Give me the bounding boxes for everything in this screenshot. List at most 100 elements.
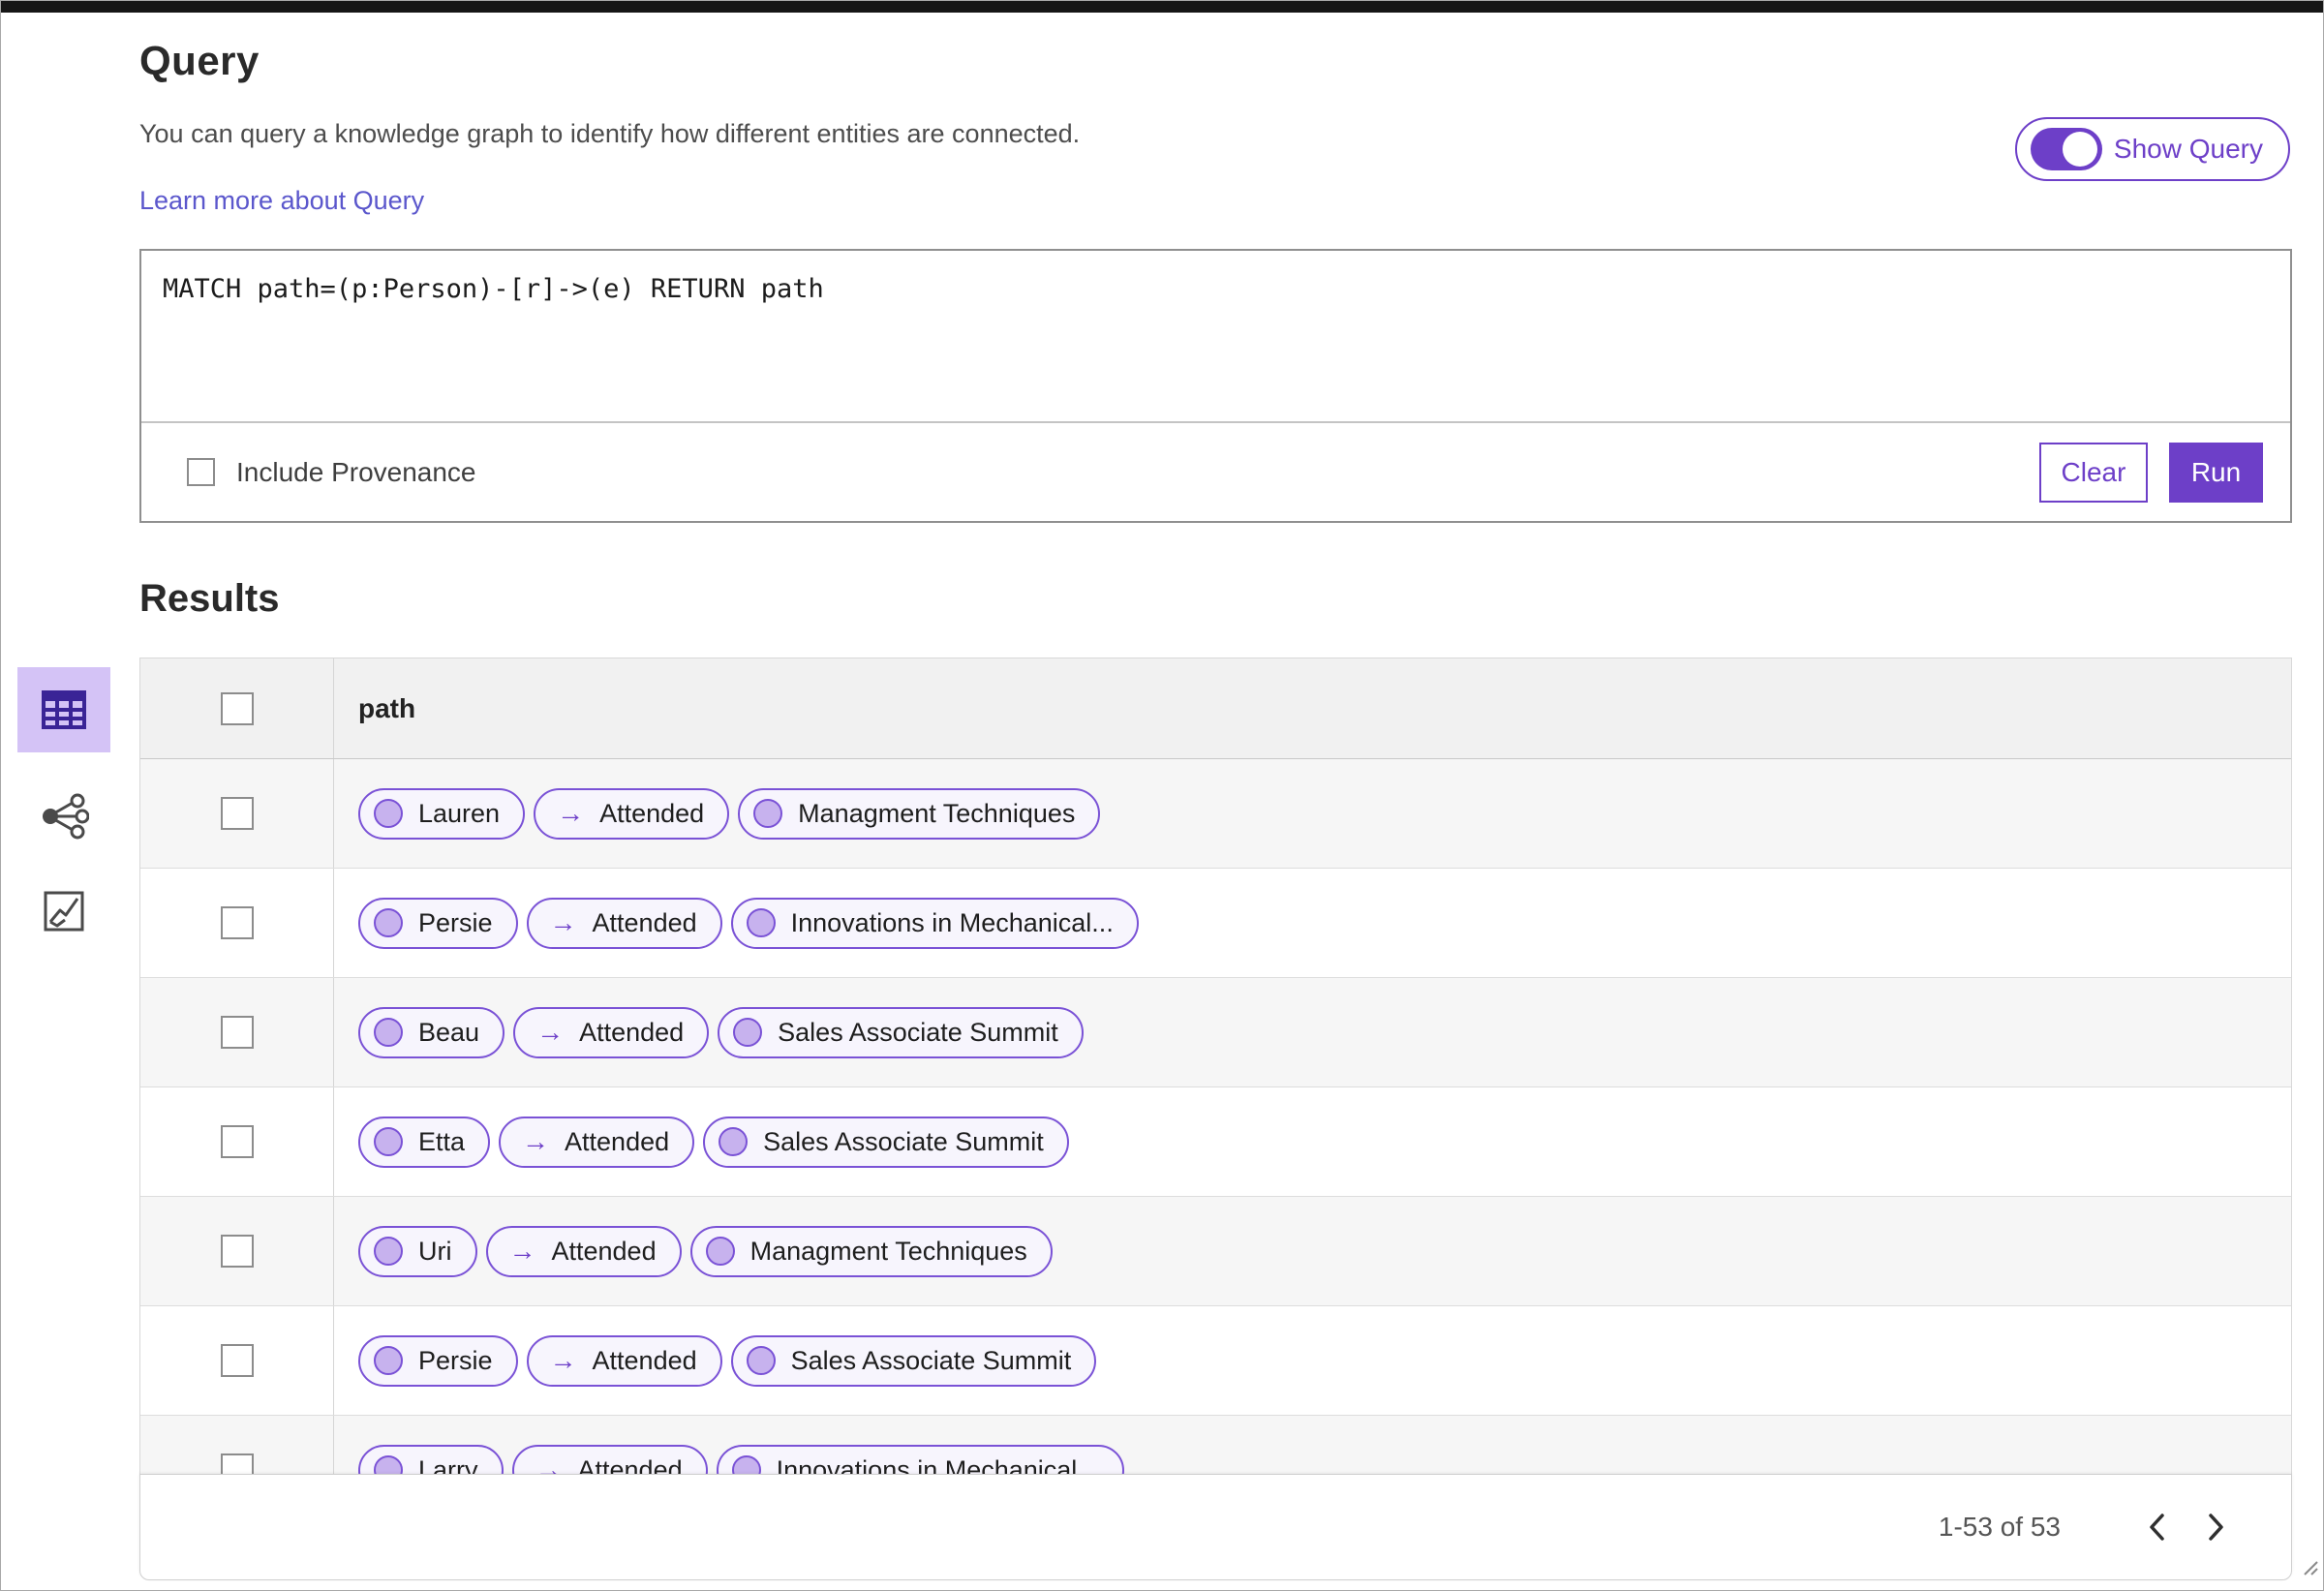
node-icon bbox=[374, 908, 403, 937]
path-column-header: path bbox=[358, 692, 416, 723]
target-label: Sales Associate Summit bbox=[763, 1126, 1044, 1156]
relation-pill[interactable]: → Attended bbox=[513, 1006, 710, 1058]
entity-pill[interactable]: Lauren bbox=[358, 787, 526, 840]
row-path-cell: Persie → Attended Innovations in Mechani… bbox=[334, 897, 2291, 949]
target-pill[interactable]: Managment Techniques bbox=[689, 1225, 1053, 1277]
toggle-on-icon[interactable] bbox=[2030, 128, 2102, 170]
entity-label: Beau bbox=[418, 1017, 480, 1047]
row-checkbox-cell bbox=[140, 869, 334, 977]
clear-button[interactable]: Clear bbox=[2039, 442, 2148, 503]
relation-label: Attended bbox=[592, 907, 697, 937]
entity-pill[interactable]: Etta bbox=[358, 1116, 491, 1168]
row-checkbox[interactable] bbox=[220, 1235, 254, 1268]
table-row: Lauren → Attended Managment Techniques bbox=[140, 759, 2291, 869]
target-label: Managment Techniques bbox=[798, 798, 1076, 828]
relation-label: Attended bbox=[599, 798, 705, 828]
header-checkbox-cell bbox=[140, 658, 334, 758]
results-heading: Results bbox=[139, 577, 280, 620]
target-pill[interactable]: Innovations in Mechanical... bbox=[716, 1444, 1124, 1474]
toggle-knob bbox=[2062, 132, 2097, 167]
table-row: Persie → Attended Innovations in Mechani… bbox=[140, 869, 2291, 978]
arrow-right-icon: → bbox=[557, 798, 585, 828]
relation-pill[interactable]: → Attended bbox=[534, 787, 730, 840]
arrow-right-icon: → bbox=[549, 1345, 577, 1375]
resize-handle-icon[interactable] bbox=[2299, 1556, 2318, 1576]
row-checkbox-cell bbox=[140, 759, 334, 868]
table-view-button[interactable] bbox=[17, 667, 110, 752]
next-page-button[interactable] bbox=[2186, 1498, 2245, 1556]
row-checkbox[interactable] bbox=[220, 906, 254, 939]
graph-view-button[interactable] bbox=[17, 774, 110, 859]
row-checkbox[interactable] bbox=[220, 1453, 254, 1474]
entity-pill[interactable]: Uri bbox=[358, 1225, 477, 1277]
show-query-toggle[interactable]: Show Query bbox=[2014, 117, 2290, 181]
results-table: path Lauren → Attended Managment Techniq… bbox=[139, 658, 2292, 1580]
row-checkbox[interactable] bbox=[220, 1016, 254, 1049]
row-path-cell: Lauren → Attended Managment Techniques bbox=[334, 787, 2291, 840]
relation-label: Attended bbox=[565, 1126, 670, 1156]
entity-label: Uri bbox=[418, 1236, 452, 1266]
row-checkbox-cell bbox=[140, 1197, 334, 1305]
previous-page-button[interactable] bbox=[2128, 1498, 2186, 1556]
page-title: Query bbox=[139, 38, 260, 83]
main-content: Query You can query a knowledge graph to… bbox=[1, 13, 2323, 1580]
table-row: Uri → Attended Managment Techniques bbox=[140, 1197, 2291, 1306]
run-button[interactable]: Run bbox=[2169, 442, 2263, 503]
target-pill[interactable]: Sales Associate Summit bbox=[703, 1116, 1069, 1168]
select-all-checkbox[interactable] bbox=[220, 691, 254, 725]
include-provenance-label: Include Provenance bbox=[236, 456, 476, 487]
arrow-right-icon: → bbox=[535, 1454, 563, 1474]
target-pill[interactable]: Sales Associate Summit bbox=[718, 1006, 1084, 1058]
query-text-input[interactable]: MATCH path=(p:Person)-[r]->(e) RETURN pa… bbox=[141, 251, 2290, 421]
relation-pill[interactable]: → Attended bbox=[485, 1225, 682, 1277]
view-switcher-rail bbox=[17, 667, 110, 954]
arrow-right-icon: → bbox=[508, 1236, 536, 1266]
app-window: Query You can query a knowledge graph to… bbox=[0, 0, 2324, 1591]
window-top-bar bbox=[1, 1, 2323, 13]
node-icon bbox=[374, 1455, 403, 1474]
entity-pill[interactable]: Persie bbox=[358, 897, 518, 949]
table-body: Lauren → Attended Managment Techniques P… bbox=[140, 759, 2291, 1474]
entity-pill[interactable]: Persie bbox=[358, 1334, 518, 1387]
target-label: Sales Associate Summit bbox=[778, 1017, 1058, 1047]
entity-label: Etta bbox=[418, 1126, 466, 1156]
page-description: You can query a knowledge graph to ident… bbox=[139, 119, 1081, 148]
target-pill[interactable]: Managment Techniques bbox=[738, 787, 1101, 840]
row-checkbox[interactable] bbox=[220, 797, 254, 830]
node-icon bbox=[374, 799, 403, 828]
relation-pill[interactable]: → Attended bbox=[526, 1334, 722, 1387]
node-icon bbox=[374, 1346, 403, 1375]
entity-label: Persie bbox=[418, 1345, 493, 1375]
row-path-cell: Beau → Attended Sales Associate Summit bbox=[334, 1006, 2291, 1058]
row-checkbox[interactable] bbox=[220, 1125, 254, 1158]
row-path-cell: Etta → Attended Sales Associate Summit bbox=[334, 1116, 2291, 1168]
row-checkbox[interactable] bbox=[220, 1344, 254, 1377]
relation-label: Attended bbox=[592, 1345, 697, 1375]
query-panel-footer: Include Provenance Clear Run bbox=[141, 421, 2290, 521]
graph-icon bbox=[43, 793, 89, 840]
target-pill[interactable]: Sales Associate Summit bbox=[730, 1334, 1097, 1387]
target-label: Innovations in Mechanical... bbox=[790, 907, 1114, 937]
relation-pill[interactable]: → Attended bbox=[511, 1444, 708, 1474]
target-pill[interactable]: Innovations in Mechanical... bbox=[730, 897, 1139, 949]
relation-pill[interactable]: → Attended bbox=[499, 1116, 695, 1168]
row-path-cell: Larry → Attended Innovations in Mechanic… bbox=[334, 1444, 2291, 1474]
row-path-cell: Persie → Attended Sales Associate Summit bbox=[334, 1334, 2291, 1387]
learn-more-link[interactable]: Learn more about Query bbox=[139, 186, 424, 216]
table-header-row: path bbox=[140, 658, 2291, 759]
chevron-left-icon bbox=[2150, 1514, 2164, 1541]
node-icon bbox=[746, 908, 776, 937]
table-row: Beau → Attended Sales Associate Summit bbox=[140, 978, 2291, 1087]
show-query-label: Show Query bbox=[2113, 134, 2263, 164]
entity-pill[interactable]: Larry bbox=[358, 1444, 504, 1474]
arrow-right-icon: → bbox=[549, 907, 577, 937]
row-path-cell: Uri → Attended Managment Techniques bbox=[334, 1225, 2291, 1277]
include-provenance-checkbox[interactable] bbox=[187, 458, 215, 486]
entity-label: Persie bbox=[418, 907, 493, 937]
node-icon bbox=[719, 1127, 749, 1156]
entity-pill[interactable]: Beau bbox=[358, 1006, 505, 1058]
relation-pill[interactable]: → Attended bbox=[526, 897, 722, 949]
pagination-range-label: 1-53 of 53 bbox=[1938, 1512, 2061, 1542]
chart-view-button[interactable] bbox=[17, 869, 110, 954]
table-row: Larry → Attended Innovations in Mechanic… bbox=[140, 1416, 2291, 1474]
